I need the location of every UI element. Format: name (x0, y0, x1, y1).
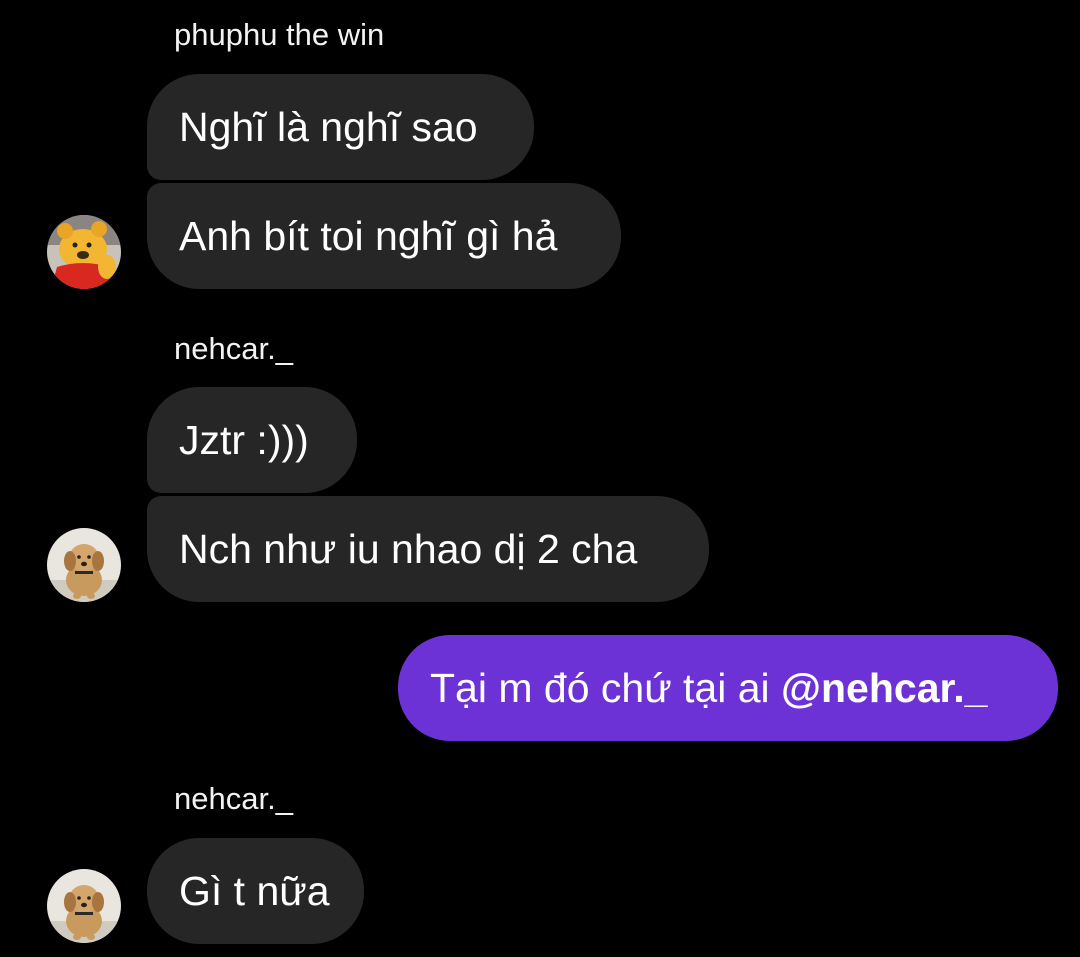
puppy-avatar-icon[interactable] (47, 528, 121, 602)
outgoing-message-bubble[interactable]: Tại m đó chứ tại ai @nehcar._ (398, 635, 1058, 741)
sender-name: nehcar._ (174, 781, 293, 816)
message-text: Nghĩ là nghĩ sao (179, 103, 478, 150)
message-bubble[interactable]: Jztr :))) (147, 387, 357, 493)
mention-link[interactable]: @nehcar._ (781, 665, 987, 711)
puppy-avatar-icon[interactable] (47, 869, 121, 943)
message-bubble[interactable]: Nghĩ là nghĩ sao (147, 74, 534, 180)
message-bubble[interactable]: Nch như iu nhao dị 2 cha (147, 496, 709, 602)
message-bubble[interactable]: Anh bít toi nghĩ gì hả (147, 183, 621, 289)
message-text: Nch như iu nhao dị 2 cha (179, 525, 638, 572)
message-text: Gì t nữa (179, 867, 330, 914)
message-text: Jztr :))) (179, 416, 309, 463)
message-text: Tại m đó chứ tại ai @nehcar._ (430, 665, 987, 712)
sender-name: phuphu the win (174, 17, 385, 52)
message-text: Anh bít toi nghĩ gì hả (179, 212, 558, 259)
sender-name: nehcar._ (174, 331, 293, 366)
message-body: Tại m đó chứ tại ai (430, 664, 782, 711)
message-bubble[interactable]: Gì t nữa (147, 838, 364, 944)
winnie-the-pooh-avatar-icon[interactable] (47, 215, 121, 289)
